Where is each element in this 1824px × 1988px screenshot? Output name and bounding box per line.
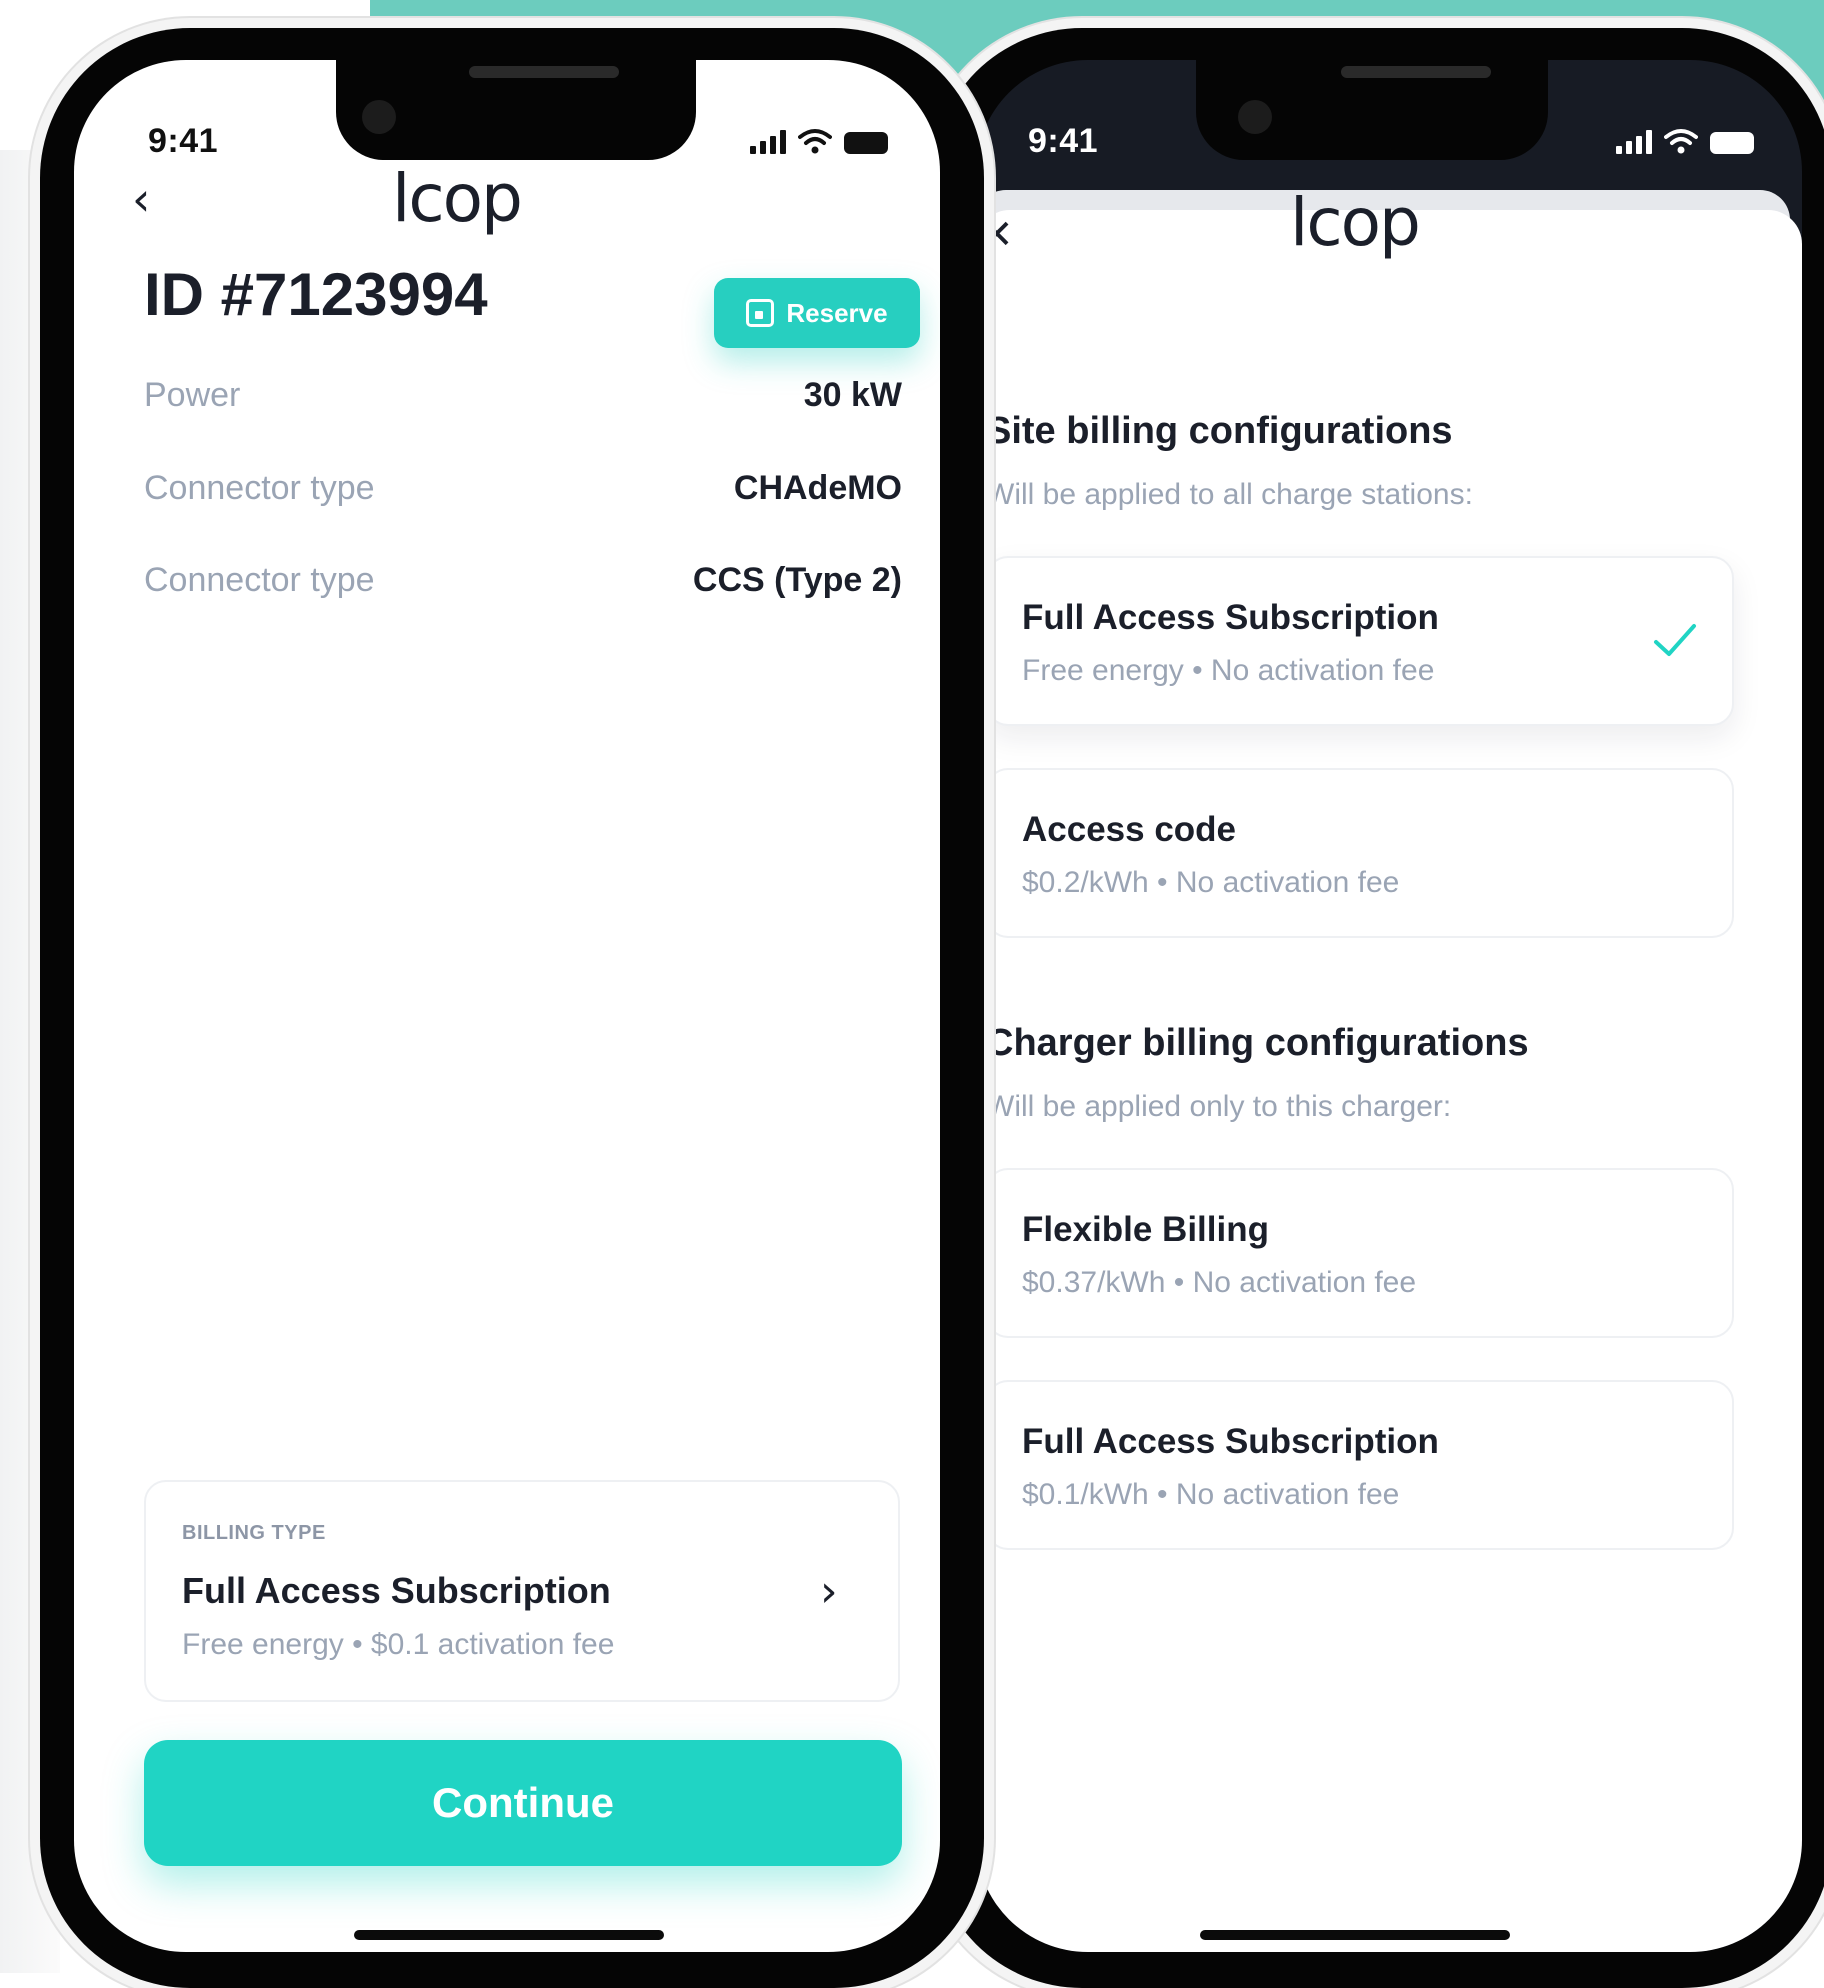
status-icons bbox=[1616, 128, 1754, 154]
billing-config-screen: 9:41 ✕ lcop Site billing configurations … bbox=[976, 60, 1802, 1952]
spec-value: CHAdeMO bbox=[733, 468, 902, 507]
loop-logo: lcop bbox=[392, 160, 523, 237]
status-time: 9:41 bbox=[148, 122, 219, 160]
continue-button[interactable]: Continue bbox=[144, 1740, 902, 1866]
option-title: Flexible Billing bbox=[1022, 1210, 1269, 1249]
spec-value: 30 kW bbox=[803, 375, 902, 414]
speaker bbox=[1341, 66, 1491, 78]
wifi-icon bbox=[798, 129, 832, 154]
option-title: Access code bbox=[1022, 810, 1237, 849]
option-subtitle: $0.2/kWh • No activation fee bbox=[1022, 866, 1400, 899]
billing-title: Full Access Subscription bbox=[182, 1570, 611, 1611]
speaker bbox=[469, 66, 619, 78]
spec-label: Power bbox=[144, 375, 241, 414]
spec-row-connector-1: Connector type CHAdeMO bbox=[144, 458, 902, 518]
option-card-flexible-billing[interactable]: Flexible Billing $0.37/kWh • No activati… bbox=[986, 1168, 1734, 1338]
camera bbox=[1238, 100, 1272, 134]
charger-details-screen: 9:41 ‹ lcop ID #7123994 Reserve Power 30… bbox=[74, 60, 940, 1952]
calendar-icon bbox=[746, 299, 775, 327]
close-icon[interactable]: ✕ bbox=[980, 212, 1014, 258]
phone-right: 9:41 ✕ lcop Site billing configurations … bbox=[932, 28, 1824, 1988]
check-icon bbox=[1654, 624, 1696, 656]
option-card-site-access-code[interactable]: Access code $0.2/kWh • No activation fee bbox=[986, 768, 1734, 938]
charger-section-title: Charger billing configurations bbox=[986, 1022, 1529, 1064]
option-subtitle: Free energy • No activation fee bbox=[1022, 654, 1435, 687]
phone-left: 9:41 ‹ lcop ID #7123994 Reserve Power 30… bbox=[40, 28, 984, 1988]
site-section-subtitle: Will be applied to all charge stations: bbox=[986, 478, 1473, 511]
charger-section-subtitle: Will be applied only to this charger: bbox=[986, 1090, 1452, 1123]
camera bbox=[362, 100, 396, 134]
charger-id: ID #7123994 bbox=[144, 261, 488, 328]
status-time: 9:41 bbox=[1028, 122, 1099, 160]
option-title: Full Access Subscription bbox=[1022, 1422, 1439, 1461]
home-indicator bbox=[354, 1930, 664, 1940]
billing-sheet: ✕ lcop Site billing configurations Will … bbox=[976, 184, 1802, 1952]
chevron-left-icon[interactable]: ‹ bbox=[132, 172, 150, 226]
option-subtitle: $0.1/kWh • No activation fee bbox=[1022, 1478, 1400, 1511]
spec-row-connector-2: Connector type CCS (Type 2) bbox=[144, 550, 902, 610]
option-card-charger-full-access[interactable]: Full Access Subscription $0.1/kWh • No a… bbox=[986, 1380, 1734, 1550]
reserve-button[interactable]: Reserve bbox=[714, 278, 920, 348]
option-subtitle: $0.37/kWh • No activation fee bbox=[1022, 1266, 1417, 1299]
option-title: Full Access Subscription bbox=[1022, 598, 1439, 637]
spec-label: Connector type bbox=[144, 560, 375, 599]
spec-row-power: Power 30 kW bbox=[144, 365, 902, 425]
billing-type-card[interactable]: BILLING TYPE Full Access Subscription Fr… bbox=[144, 1480, 900, 1702]
signal-icon bbox=[1616, 128, 1652, 154]
site-section-title: Site billing configurations bbox=[986, 410, 1453, 452]
loop-logo: lcop bbox=[1290, 184, 1421, 261]
battery-icon bbox=[844, 132, 888, 154]
status-icons bbox=[750, 128, 888, 154]
home-indicator bbox=[1200, 1930, 1510, 1940]
battery-icon bbox=[1710, 132, 1754, 154]
signal-icon bbox=[750, 128, 786, 154]
wifi-icon bbox=[1664, 129, 1698, 154]
spec-label: Connector type bbox=[144, 468, 375, 507]
billing-subtitle: Free energy • $0.1 activation fee bbox=[182, 1628, 615, 1661]
option-card-site-full-access[interactable]: Full Access Subscription Free energy • N… bbox=[986, 556, 1734, 726]
reserve-button-label: Reserve bbox=[786, 297, 888, 328]
chevron-right-icon: › bbox=[820, 1566, 838, 1617]
spec-value: CCS (Type 2) bbox=[692, 560, 902, 599]
billing-caption: BILLING TYPE bbox=[182, 1522, 326, 1544]
